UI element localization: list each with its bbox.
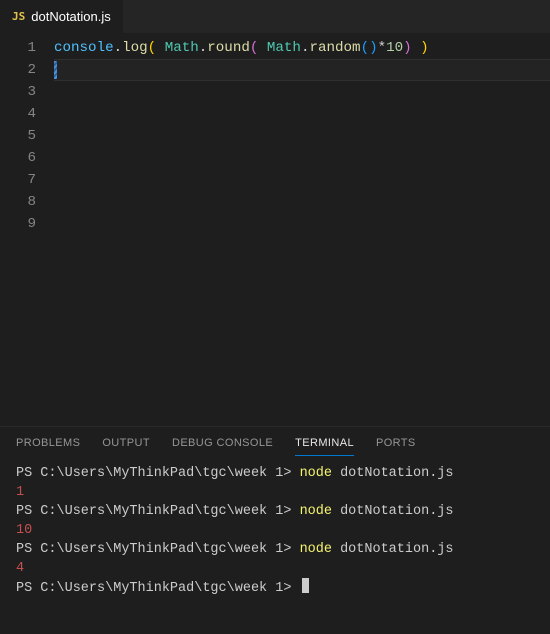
- panel-tab-strip: PROBLEMS OUTPUT DEBUG CONSOLE TERMINAL P…: [0, 427, 550, 456]
- token-class: Math: [267, 40, 301, 56]
- terminal-line: PS C:\Users\MyThinkPad\tgc\week 1> node …: [16, 540, 534, 559]
- line-number: 6: [0, 147, 36, 169]
- line-number: 9: [0, 213, 36, 235]
- token-punct: .: [114, 40, 123, 56]
- terminal-line: PS C:\Users\MyThinkPad\tgc\week 1> node …: [16, 502, 534, 521]
- token-function: random: [309, 40, 360, 56]
- terminal-line: PS C:\Users\MyThinkPad\tgc\week 1>: [16, 578, 534, 598]
- line-number: 4: [0, 103, 36, 125]
- terminal-prompt: PS C:\Users\MyThinkPad\tgc\week 1>: [16, 581, 291, 596]
- token-paren: ): [403, 40, 412, 56]
- token-space: [258, 40, 267, 56]
- terminal-line: PS C:\Users\MyThinkPad\tgc\week 1> node …: [16, 464, 534, 483]
- line-number: 3: [0, 81, 36, 103]
- token-operator: *: [378, 40, 387, 56]
- terminal-command: node: [300, 504, 332, 519]
- token-paren: (: [148, 40, 157, 56]
- code-line[interactable]: console.log( Math.round( Math.random()*1…: [54, 37, 550, 59]
- terminal-prompt: PS C:\Users\MyThinkPad\tgc\week 1>: [16, 542, 291, 557]
- line-number: 8: [0, 191, 36, 213]
- terminal-arg: dotNotation.js: [340, 504, 453, 519]
- token-class: Math: [165, 40, 199, 56]
- tab-bar: JS dotNotation.js: [0, 0, 550, 33]
- terminal[interactable]: PS C:\Users\MyThinkPad\tgc\week 1> node …: [0, 456, 550, 634]
- token-object: console: [54, 40, 114, 56]
- terminal-arg: dotNotation.js: [340, 466, 453, 481]
- code-editor[interactable]: 1 2 3 4 5 6 7 8 9 console.log( Math.roun…: [0, 33, 550, 426]
- token-paren: ): [420, 40, 429, 56]
- token-function: log: [122, 40, 148, 56]
- line-number: 5: [0, 125, 36, 147]
- terminal-prompt: PS C:\Users\MyThinkPad\tgc\week 1>: [16, 466, 291, 481]
- line-number: 2: [0, 59, 36, 81]
- panel-tab-debug-console[interactable]: DEBUG CONSOLE: [172, 437, 273, 456]
- bottom-panel: PROBLEMS OUTPUT DEBUG CONSOLE TERMINAL P…: [0, 426, 550, 634]
- panel-tab-terminal[interactable]: TERMINAL: [295, 437, 354, 456]
- line-number: 1: [0, 37, 36, 59]
- terminal-cursor: [302, 578, 309, 593]
- terminal-command: node: [300, 542, 332, 557]
- js-file-icon: JS: [12, 10, 25, 23]
- token-paren: ): [369, 40, 378, 56]
- panel-tab-ports[interactable]: PORTS: [376, 437, 416, 456]
- terminal-prompt: PS C:\Users\MyThinkPad\tgc\week 1>: [16, 504, 291, 519]
- token-paren: (: [361, 40, 370, 56]
- line-number: 7: [0, 169, 36, 191]
- token-function: round: [207, 40, 250, 56]
- panel-tab-output[interactable]: OUTPUT: [102, 437, 150, 456]
- token-space: [412, 40, 421, 56]
- panel-tab-problems[interactable]: PROBLEMS: [16, 437, 80, 456]
- terminal-arg: dotNotation.js: [340, 542, 453, 557]
- line-number-gutter: 1 2 3 4 5 6 7 8 9: [0, 37, 54, 426]
- token-space: [156, 40, 165, 56]
- terminal-output: 1: [16, 483, 534, 502]
- token-punct: .: [199, 40, 208, 56]
- active-line-highlight: [54, 59, 550, 81]
- tab-filename: dotNotation.js: [31, 9, 111, 24]
- terminal-output: 10: [16, 521, 534, 540]
- tab-dotnotation[interactable]: JS dotNotation.js: [0, 0, 124, 33]
- terminal-command: node: [300, 466, 332, 481]
- editor-cursor: [54, 61, 57, 79]
- token-number: 10: [386, 40, 403, 56]
- code-area[interactable]: console.log( Math.round( Math.random()*1…: [54, 37, 550, 426]
- terminal-output: 4: [16, 559, 534, 578]
